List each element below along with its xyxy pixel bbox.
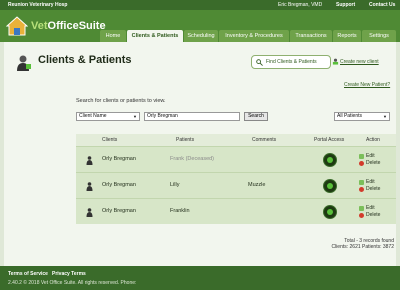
portal-access-icon[interactable]: [323, 179, 337, 193]
chevron-down-icon: ▼: [133, 114, 137, 119]
contact-link[interactable]: Contact Us: [369, 2, 395, 8]
app-logo[interactable]: VetOfficeSuite: [6, 14, 106, 38]
main-content: Clients & Patients Find Clients & Patien…: [4, 42, 396, 266]
client-name[interactable]: Orly Bregman: [102, 156, 136, 162]
tab-inventory-procedures[interactable]: Inventory & Procedures: [219, 30, 289, 42]
table-header: Clients Patients Comments Portal Access …: [76, 134, 396, 146]
portal-access-icon[interactable]: [323, 205, 337, 219]
terms-link[interactable]: Terms of Service: [8, 271, 48, 277]
create-client-link[interactable]: Create new client: [340, 59, 379, 65]
col-action: Action: [366, 137, 380, 143]
edit-link[interactable]: Edit: [366, 153, 375, 159]
col-clients: Clients: [102, 137, 118, 143]
search-button[interactable]: Search: [244, 112, 268, 121]
tab-scheduling[interactable]: Scheduling: [184, 30, 218, 42]
edit-icon: [359, 154, 364, 159]
search-field-value: Client Name: [79, 113, 107, 119]
patient-name[interactable]: Lilly: [170, 182, 179, 188]
patient-filter-value: All Patients: [337, 113, 363, 119]
user-name[interactable]: Eric Bregman, VMD: [278, 2, 322, 8]
patient-name[interactable]: Franklin: [170, 208, 190, 214]
client-name[interactable]: Orly Bregman: [102, 208, 136, 214]
patient-filter-select[interactable]: All Patients ▼: [334, 112, 390, 121]
logo-text: VetOfficeSuite: [31, 20, 106, 32]
create-patient-link[interactable]: Create New Patient?: [344, 82, 390, 88]
col-comments: Comments: [252, 137, 277, 143]
tab-home[interactable]: Home: [100, 30, 126, 42]
tab-settings[interactable]: Settings: [362, 30, 396, 42]
table-row: Orly Bregman Frank (Deceased) Edit Delet…: [76, 146, 396, 172]
client-person-icon: [86, 208, 93, 217]
search-instructions: Search for clients or patients to view.: [76, 98, 166, 104]
client-avatar-icon: [17, 55, 31, 71]
page-title: Clients & Patients: [38, 54, 132, 66]
logo-house-icon: [6, 16, 28, 36]
search-field-select[interactable]: Client Name ▼: [76, 112, 140, 121]
record-totals: Total - 3 records found Clients: 2621 Pa…: [284, 238, 394, 250]
table-row: Orly Bregman Lilly Muzzle Edit Delete: [76, 172, 396, 198]
delete-link[interactable]: Delete: [366, 160, 380, 166]
edit-link[interactable]: Edit: [366, 205, 375, 211]
client-patient-counts: Clients: 2621 Patients: 3872: [331, 244, 394, 250]
col-portal-access: Portal Access: [314, 137, 345, 143]
hospital-name: Reunion Veterinary Hosp: [8, 2, 68, 8]
add-client-icon: [332, 58, 339, 65]
edit-icon: [359, 206, 364, 211]
portal-access-icon[interactable]: [323, 153, 337, 167]
support-link[interactable]: Support: [336, 2, 355, 8]
col-patients: Patients: [176, 137, 195, 143]
tab-transactions[interactable]: Transactions: [290, 30, 332, 42]
tab-clients-patients[interactable]: Clients & Patients: [127, 30, 183, 42]
chevron-down-icon: ▼: [383, 114, 387, 119]
privacy-link[interactable]: Privacy Terms: [52, 271, 86, 277]
edit-link[interactable]: Edit: [366, 179, 375, 185]
find-clients-button[interactable]: Find Clients & Patients: [251, 55, 331, 69]
find-clients-label: Find Clients & Patients: [266, 59, 317, 65]
delete-icon: [359, 187, 364, 192]
delete-link[interactable]: Delete: [366, 186, 380, 192]
top-bar: Reunion Veterinary Hosp Eric Bregman, VM…: [0, 0, 400, 10]
table-row: Orly Bregman Franklin Edit Delete: [76, 198, 396, 224]
delete-icon: [359, 213, 364, 218]
delete-icon: [359, 161, 364, 166]
client-person-icon: [86, 182, 93, 191]
client-name[interactable]: Orly Bregman: [102, 182, 136, 188]
search-icon: [256, 59, 263, 66]
patient-comment: Muzzle: [248, 182, 266, 188]
client-person-icon: [86, 156, 93, 165]
search-input[interactable]: Orly Bregman: [144, 112, 240, 121]
delete-link[interactable]: Delete: [366, 212, 380, 218]
footer: Terms of Service Privacy Terms 2.40.2 © …: [0, 266, 400, 290]
tab-reports[interactable]: Reports: [333, 30, 361, 42]
edit-icon: [359, 180, 364, 185]
patient-name[interactable]: Frank (Deceased): [170, 156, 214, 162]
copyright-text: 2.40.2 © 2018 Vet Office Suite. All righ…: [8, 280, 137, 286]
